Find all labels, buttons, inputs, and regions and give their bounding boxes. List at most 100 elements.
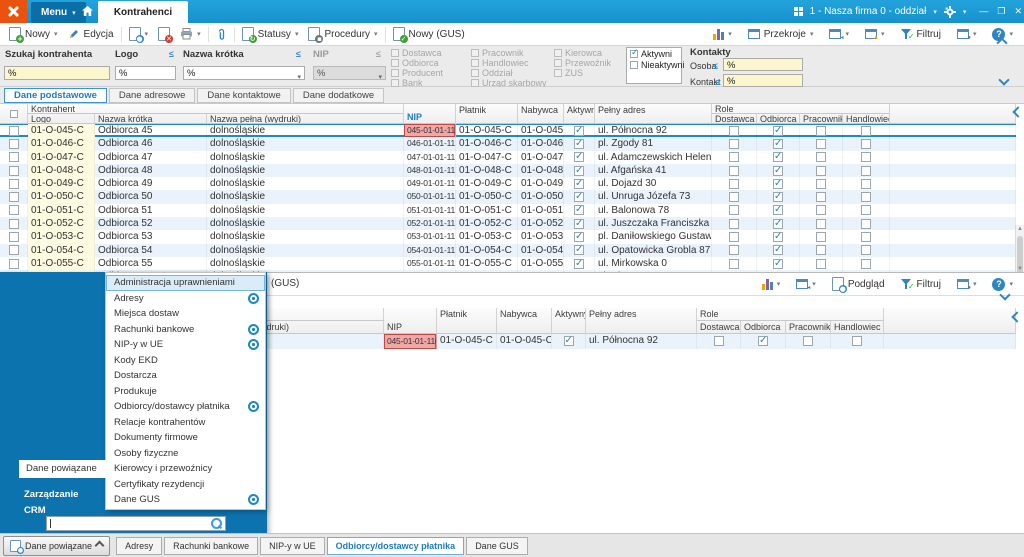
- col-header-nip[interactable]: NIP: [404, 104, 456, 124]
- col-header-nip[interactable]: NIP: [384, 308, 437, 334]
- row-checkbox[interactable]: [8, 232, 19, 243]
- menu-item[interactable]: Miejsca dostaw: [106, 306, 265, 322]
- dostawca-checkbox[interactable]: [729, 165, 739, 176]
- view-tab[interactable]: Dane adresowe: [108, 88, 196, 103]
- menu-item[interactable]: Kody EKD: [106, 353, 265, 369]
- row-select-cell[interactable]: [0, 137, 28, 151]
- table-row[interactable]: 01-O-049-C Odbiorca 49 dolnośląskie 049-…: [0, 177, 1016, 191]
- handlowiec-checkbox[interactable]: [861, 125, 871, 136]
- menu-item[interactable]: Rachunki bankowe: [106, 322, 265, 338]
- home-icon[interactable]: [81, 5, 94, 17]
- tab-kontrahenci[interactable]: Kontrahenci: [98, 1, 188, 23]
- bottom-tab[interactable]: Adresy: [116, 536, 163, 555]
- menu-item[interactable]: Dane GUS: [106, 492, 265, 508]
- table-row[interactable]: 01-O-045-C Odbiorca 45 dolnośląskie 045-…: [0, 124, 1016, 138]
- row-select-cell[interactable]: [0, 150, 28, 164]
- pracownik-checkbox[interactable]: [803, 336, 813, 347]
- panel-layout-button[interactable]: ◂ ▾: [791, 274, 821, 294]
- restore-button[interactable]: ❐: [997, 6, 1005, 17]
- scroll-up-icon[interactable]: ▲: [1016, 226, 1024, 232]
- category-dane-powiazane[interactable]: Dane powiązane: [19, 460, 106, 478]
- short-name-operator[interactable]: ≤: [296, 49, 301, 59]
- aktywny-checkbox[interactable]: [574, 257, 584, 270]
- logo-operator[interactable]: ≤: [169, 49, 174, 59]
- col-header-dostawca[interactable]: Dostawca: [697, 321, 741, 334]
- bottom-tab[interactable]: Dane GUS: [466, 536, 528, 555]
- col-header-dostawca[interactable]: Dostawca: [712, 114, 757, 124]
- col-header-pracownik[interactable]: Pracownik: [800, 114, 843, 124]
- col-header-handlowiec[interactable]: Handlowiec: [843, 114, 890, 124]
- chevron-down-icon[interactable]: ▾: [933, 8, 937, 16]
- aktywny-checkbox[interactable]: [574, 190, 584, 203]
- handlowiec-checkbox[interactable]: [861, 178, 871, 189]
- modules-grid-icon[interactable]: [793, 7, 803, 16]
- role-filter-checkbox[interactable]: Producent: [391, 68, 443, 78]
- pracownik-checkbox[interactable]: [816, 165, 826, 176]
- dostawca-checkbox[interactable]: [729, 152, 739, 163]
- table-row[interactable]: 01-O-047-C Odbiorca 47 dolnośląskie 047-…: [0, 150, 1016, 164]
- bottom-tab[interactable]: Odbiorcy/dostawcy płatnika: [326, 536, 465, 555]
- inactive-checkbox[interactable]: Nieaktywni: [630, 60, 685, 70]
- row-select-cell[interactable]: [0, 190, 28, 204]
- row-checkbox[interactable]: [8, 192, 19, 203]
- dostawca-checkbox[interactable]: [729, 125, 739, 136]
- pracownik-checkbox[interactable]: [816, 218, 826, 229]
- dostawca-checkbox[interactable]: [729, 258, 739, 269]
- attachment-button[interactable]: [211, 24, 232, 44]
- close-button[interactable]: ✕: [1014, 6, 1022, 17]
- pracownik-checkbox[interactable]: [816, 245, 826, 256]
- category-zarzadzanie[interactable]: Zarządzanie: [24, 489, 78, 500]
- col-header-odbiorca[interactable]: Odbiorca: [741, 321, 786, 334]
- window-settings-button[interactable]: ● ▾: [952, 274, 982, 294]
- aktywny-checkbox[interactable]: [574, 124, 584, 137]
- view-tab[interactable]: Dane podstawowe: [4, 88, 107, 103]
- row-checkbox[interactable]: [8, 205, 19, 216]
- cross-sections-button[interactable]: Przekroje ▾: [743, 24, 819, 44]
- menu-item[interactable]: Produkuje: [106, 384, 265, 400]
- odbiorca-checkbox[interactable]: [773, 244, 783, 257]
- col-header-logo[interactable]: Logo: [28, 114, 95, 124]
- col-header-platnik[interactable]: Płatnik: [437, 308, 497, 334]
- procedures-button[interactable]: ▪ Procedury ▾: [303, 24, 382, 44]
- pracownik-checkbox[interactable]: [816, 232, 826, 243]
- pracownik-checkbox[interactable]: [816, 192, 826, 203]
- category-crm[interactable]: CRM: [24, 505, 46, 516]
- group-header-role[interactable]: Role: [712, 104, 890, 114]
- view-tab[interactable]: Dane dodatkowe: [292, 88, 385, 103]
- menu-item[interactable]: Administracja uprawnieniami: [106, 275, 265, 291]
- col-header-nabywca[interactable]: Nabywca: [497, 308, 552, 334]
- menu-item[interactable]: Dokumenty firmowe: [106, 430, 265, 446]
- preview-button[interactable]: ● Podgląd: [827, 274, 890, 294]
- dostawca-checkbox[interactable]: [729, 178, 739, 189]
- aktywny-checkbox[interactable]: [574, 204, 584, 217]
- bottom-tab[interactable]: Rachunki bankowe: [164, 536, 259, 555]
- group-header-role[interactable]: Role: [697, 308, 884, 321]
- new-gus-button[interactable]: ✓ Nowy (GUS): [388, 24, 470, 44]
- delete-button[interactable]: ✕: [153, 24, 175, 44]
- odbiorca-checkbox[interactable]: [773, 137, 783, 150]
- odbiorca-checkbox[interactable]: [773, 124, 783, 137]
- dostawca-checkbox[interactable]: [729, 192, 739, 203]
- menu-button[interactable]: Menu ▾: [31, 2, 86, 23]
- col-header-pelny-adres[interactable]: Pełny adres: [586, 308, 697, 334]
- short-name-filter-select[interactable]: % ▾: [183, 66, 305, 81]
- filter-expand-down-icon[interactable]: [998, 74, 1010, 86]
- statuses-button[interactable]: ↻ Statusy ▾: [237, 24, 304, 44]
- dostawca-checkbox[interactable]: [729, 245, 739, 256]
- panel-layout-button[interactable]: ◂ ▾: [824, 24, 854, 44]
- select-all-checkbox[interactable]: [9, 109, 18, 118]
- person-operator[interactable]: ≤: [713, 61, 718, 71]
- col-header-aktywny[interactable]: Aktywny: [552, 308, 586, 334]
- col-header-nazwa-pelna[interactable]: Nazwa pełna (wydruki): [207, 114, 404, 124]
- handlowiec-checkbox[interactable]: [861, 258, 871, 269]
- table-row[interactable]: 01-O-050-C Odbiorca 50 dolnośląskie 050-…: [0, 190, 1016, 204]
- col-header-nabywca[interactable]: Nabywca: [518, 104, 564, 124]
- dostawca-checkbox[interactable]: [729, 138, 739, 149]
- row-checkbox[interactable]: [8, 245, 19, 256]
- odbiorca-checkbox[interactable]: [758, 334, 768, 348]
- odbiorca-checkbox[interactable]: [773, 217, 783, 230]
- select-all-cell[interactable]: [0, 104, 28, 124]
- aktywny-checkbox[interactable]: [574, 151, 584, 163]
- handlowiec-checkbox[interactable]: [861, 138, 871, 149]
- row-select-cell[interactable]: [0, 177, 28, 191]
